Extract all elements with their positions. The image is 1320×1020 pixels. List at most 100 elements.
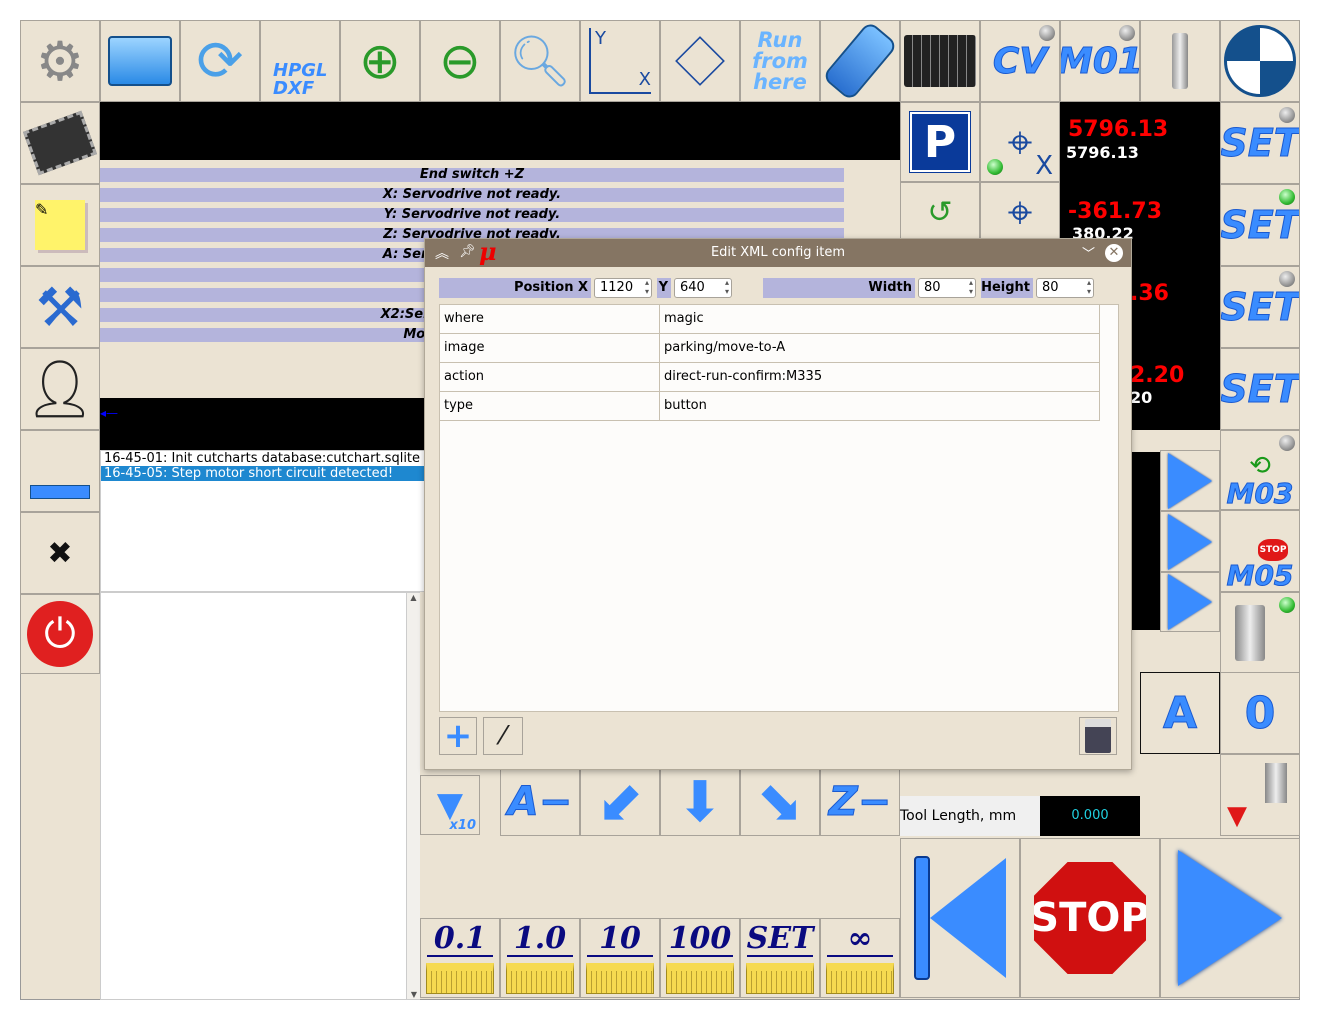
step-10-button[interactable]: 10 (580, 918, 660, 998)
zoom-fit-button[interactable]: 🔍︎ (500, 20, 580, 102)
jog-diag-left-down-button[interactable]: ⬋ (580, 768, 660, 836)
close-button[interactable]: ✖ (20, 512, 100, 594)
open-file-button[interactable] (100, 20, 180, 102)
y-input[interactable]: 640 (674, 278, 732, 298)
service-button[interactable]: ⚒ (20, 266, 100, 348)
message-bar: X: Servodrive not ready. (100, 188, 844, 202)
step-1-0-button[interactable]: 1.0 (500, 918, 580, 998)
power-button[interactable]: ⏻ (20, 594, 100, 674)
property-key[interactable]: where (440, 305, 660, 334)
step-label: 1.0 (513, 921, 567, 956)
cursor-arrow-icon: ◂— (100, 406, 119, 420)
width-input[interactable]: 80 (918, 278, 976, 298)
dialog-titlebar[interactable]: ︽ 📌︎ μ Edit XML config item ﹀ ✕ (425, 237, 1131, 267)
axes-rotate-icon: ↺ (927, 194, 953, 230)
origin-button[interactable] (1220, 20, 1300, 102)
spindle-cw-button[interactable]: ⟲ M03 (1220, 430, 1300, 510)
z-minus-label: Z− (828, 779, 892, 826)
tool-measure-button[interactable] (1220, 592, 1300, 674)
user-button[interactable]: 👤︎ (20, 348, 100, 430)
parking-button[interactable]: P (900, 102, 980, 182)
play-button-1[interactable] (1160, 450, 1220, 511)
spindle-stop-button[interactable]: STOP M05 (1220, 510, 1300, 592)
play-button-2[interactable] (1160, 511, 1220, 572)
step-set-button[interactable]: SET (740, 918, 820, 998)
user-icon: 👤︎ (24, 357, 96, 422)
rewind-button[interactable] (900, 838, 1020, 998)
ruler-icon (426, 955, 494, 994)
property-key[interactable]: type (440, 392, 660, 421)
zoom-in-button[interactable]: ⊕ (340, 20, 420, 102)
settings-button[interactable]: ⚙ (20, 20, 100, 102)
message-bar: Y: Servodrive not ready. (100, 208, 844, 222)
jog-down-button[interactable]: ⬇ (660, 768, 740, 836)
tool-button[interactable] (1140, 20, 1220, 102)
property-value[interactable]: parking/move-to-A (660, 334, 1100, 363)
position-x-input[interactable]: 1120 (594, 278, 652, 298)
jog-diag-right-down-button[interactable]: ⬊ (740, 768, 820, 836)
jog-z-minus-button[interactable]: Z− (820, 768, 900, 836)
play-icon (1168, 452, 1212, 509)
arrow-down-left-icon: ⬋ (596, 769, 644, 835)
folder-icon (108, 36, 172, 86)
x10-label: x10 (449, 818, 476, 833)
zero-x-button[interactable]: ⌖ X (980, 102, 1060, 182)
property-key[interactable]: image (440, 334, 660, 363)
save-button[interactable] (1079, 717, 1117, 755)
close-icon[interactable]: ✕ (1105, 244, 1123, 262)
view-xy-button[interactable]: YX (580, 20, 660, 102)
properties-table[interactable]: where magic image parking/move-to-A acti… (439, 304, 1119, 712)
edit-button[interactable]: ✎ (20, 184, 100, 266)
gcode-text-area[interactable] (100, 592, 420, 1000)
pendant-button[interactable] (820, 20, 900, 102)
property-key[interactable]: action (440, 363, 660, 392)
zero-y-button[interactable]: ⌖ (980, 182, 1060, 242)
step-label: 10 (599, 921, 641, 956)
log-item[interactable]: 16-45-01: Init cutcharts database:cutcha… (101, 451, 429, 466)
set-z-button[interactable]: SET (1220, 266, 1300, 348)
start-button[interactable] (1160, 838, 1300, 998)
stop-button[interactable]: STOP (1020, 838, 1160, 998)
property-value[interactable]: button (660, 392, 1100, 421)
height-input[interactable]: 80 (1036, 278, 1094, 298)
gcode-scrollbar[interactable]: ▲ ▼ (406, 593, 420, 999)
minimize-icon[interactable]: ﹀ (1082, 243, 1095, 262)
graphics-view-top[interactable] (100, 102, 900, 160)
magic-wand-button[interactable]: ⁄ (483, 717, 523, 755)
property-value[interactable]: direct-run-confirm:M335 (660, 363, 1100, 392)
play-button-3[interactable] (1160, 572, 1220, 632)
step-100-button[interactable]: 100 (660, 918, 740, 998)
view-3d-button[interactable] (660, 20, 740, 102)
log-list[interactable]: 16-45-01: Init cutcharts database:cutcha… (100, 450, 430, 592)
step-continuous-button[interactable]: ∞ (820, 918, 900, 998)
cv-button[interactable]: CV (980, 20, 1060, 102)
goto-a-button[interactable]: A (1140, 672, 1220, 754)
refresh-icon: ⟳ (196, 28, 244, 94)
controller-button[interactable] (20, 102, 100, 184)
zoom-out-button[interactable]: ⊖ (420, 20, 500, 102)
gears-icon: ⚙ (35, 29, 85, 93)
log-item-selected[interactable]: 16-45-05: Step motor short circuit detec… (101, 466, 429, 481)
jog-x10-button[interactable]: ▼ x10 (420, 775, 480, 835)
add-item-button[interactable]: + (439, 717, 477, 755)
m01-button[interactable]: M01 (1060, 20, 1140, 102)
set-a-button[interactable]: SET (1220, 348, 1300, 430)
run-from-here-button[interactable]: Run from here (740, 20, 820, 102)
set-y-button[interactable]: SET (1220, 184, 1300, 266)
set-x-button[interactable]: SET (1220, 102, 1300, 184)
dialog-title: Edit XML config item (710, 245, 846, 260)
zoom-out-icon: ⊖ (439, 32, 481, 90)
rotate-axes-button[interactable]: ↺ (900, 182, 980, 242)
import-hpgl-dxf-button[interactable]: HPGL DXF (260, 20, 340, 102)
keyboard-button[interactable] (900, 20, 980, 102)
goto-zero-button[interactable]: 0 (1220, 672, 1300, 754)
property-value[interactable]: magic (660, 305, 1100, 334)
jog-a-minus-button[interactable]: A− (500, 768, 580, 836)
ruler-icon (746, 955, 814, 994)
reload-button[interactable]: ⟳ (180, 20, 260, 102)
probe-button[interactable]: ▼ (1220, 754, 1300, 836)
pencil-note-icon: ✎ (35, 200, 85, 250)
crosshair-icon: ⌖ (1007, 116, 1033, 168)
minimize-button[interactable] (20, 430, 100, 512)
step-0-1-button[interactable]: 0.1 (420, 918, 500, 998)
